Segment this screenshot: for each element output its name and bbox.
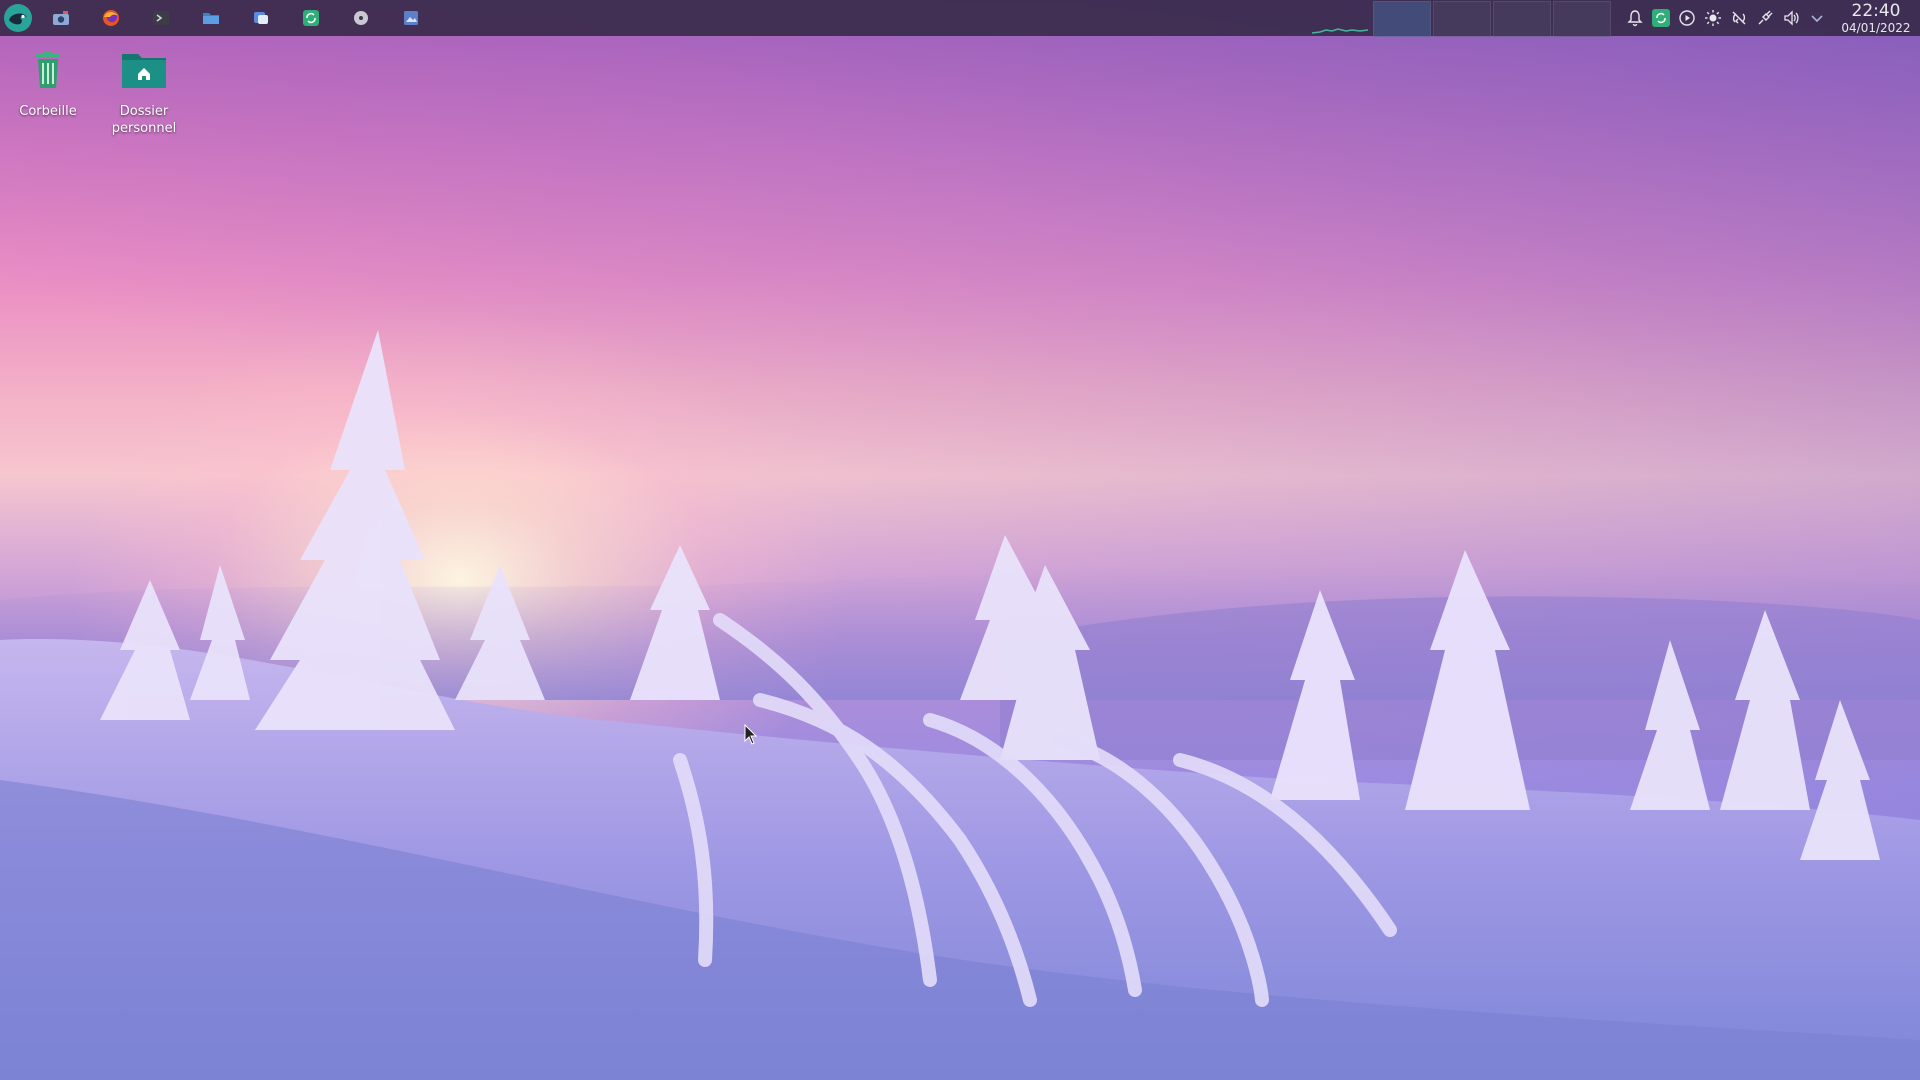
digital-clock[interactable]: 22:40 04/01/2022 [1836, 0, 1916, 35]
virtual-desktop-3[interactable] [1493, 1, 1551, 37]
task-terminal[interactable] [136, 0, 186, 36]
virtual-desktop-4[interactable] [1553, 1, 1611, 37]
task-discover[interactable] [236, 0, 286, 36]
virtual-desktop-2[interactable] [1433, 1, 1491, 37]
expand-arrow-icon [1811, 15, 1823, 23]
clock-time: 22:40 [1851, 0, 1901, 21]
sync-icon [303, 10, 319, 26]
media-player-button[interactable] [1676, 7, 1698, 29]
task-firefox[interactable] [86, 0, 136, 36]
task-disc-app[interactable] [336, 0, 386, 36]
wallpaper-landscape [0, 330, 1920, 1080]
clock-date: 04/01/2022 [1841, 20, 1911, 35]
folder-icon [203, 13, 219, 24]
network-button[interactable] [1728, 7, 1750, 29]
trash-icon [36, 51, 60, 88]
application-launcher[interactable] [0, 0, 36, 36]
network-icon [1732, 11, 1746, 25]
task-file-manager[interactable] [186, 0, 236, 36]
desktop-icon-trash[interactable]: Corbeille [0, 46, 96, 120]
desktop[interactable]: 22:40 04/01/2022 Corbeille Dossier perso… [0, 0, 1920, 1080]
desktop-icon-home-folder[interactable]: Dossier personnel [96, 46, 192, 137]
tray-expand-button[interactable] [1806, 7, 1828, 29]
power-icon [1758, 10, 1773, 25]
brightness-button[interactable] [1702, 7, 1724, 29]
camera-icon [53, 11, 69, 25]
firefox-icon [103, 10, 119, 26]
power-button[interactable] [1754, 7, 1776, 29]
disc-icon [354, 11, 368, 25]
task-image-viewer[interactable] [386, 0, 436, 36]
terminal-icon [153, 11, 169, 25]
volume-button[interactable] [1780, 7, 1802, 29]
brightness-icon [1705, 10, 1721, 26]
image-icon [404, 11, 418, 25]
task-camera-app[interactable] [36, 0, 86, 36]
volume-icon [1784, 10, 1799, 26]
updates-button[interactable] [1650, 7, 1672, 29]
desktop-icon-label: Dossier personnel [111, 104, 177, 136]
task-sync-app[interactable] [286, 0, 336, 36]
mouse-cursor [744, 724, 758, 745]
opensuse-gecko-icon [4, 4, 32, 32]
virtual-desktop-pager [1310, 0, 1612, 37]
update-icon [1652, 9, 1670, 27]
notifications-button[interactable] [1624, 7, 1646, 29]
system-load-graph [1310, 0, 1372, 36]
virtual-desktop-1[interactable] [1373, 1, 1431, 37]
discover-icon [254, 12, 268, 24]
home-folder-icon [122, 54, 166, 88]
taskbar: 22:40 04/01/2022 [0, 0, 1920, 37]
desktop-icon-label: Corbeille [19, 104, 77, 119]
media-play-icon [1679, 10, 1695, 26]
notification-bell-icon [1627, 10, 1643, 27]
system-tray [1624, 0, 1828, 36]
